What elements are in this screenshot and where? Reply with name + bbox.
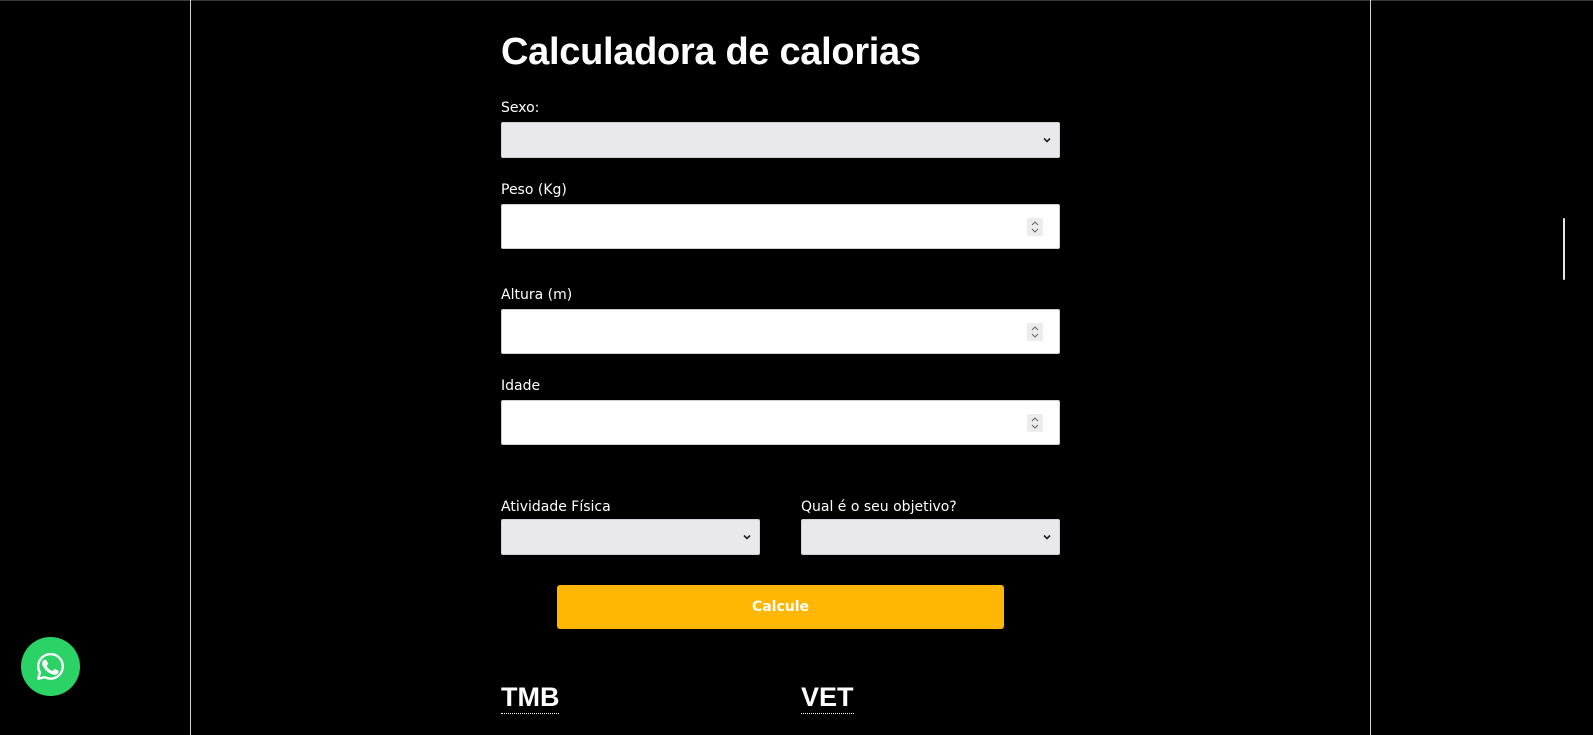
sex-label: Sexo: <box>501 100 540 116</box>
container-left-border <box>190 0 191 735</box>
activity-select[interactable] <box>501 519 760 555</box>
weight-spinner[interactable] <box>1027 217 1043 236</box>
goal-select[interactable] <box>801 519 1060 555</box>
height-label: Altura (m) <box>501 287 573 303</box>
sex-select[interactable] <box>501 122 1060 158</box>
page-title: Calculadora de calorias <box>501 31 921 73</box>
age-spinner[interactable] <box>1027 413 1043 432</box>
vet-heading: VET <box>801 682 854 714</box>
weight-label: Peso (Kg) <box>501 182 567 198</box>
age-input[interactable] <box>501 400 1060 445</box>
activity-label: Atividade Física <box>501 499 611 515</box>
spinner-arrows-icon <box>1031 416 1039 429</box>
height-input[interactable] <box>501 309 1060 354</box>
scrollbar-thumb[interactable] <box>1563 218 1565 280</box>
whatsapp-button[interactable] <box>21 637 80 696</box>
tmb-heading: TMB <box>501 682 560 714</box>
weight-input[interactable] <box>501 204 1060 249</box>
age-label: Idade <box>501 378 541 394</box>
whatsapp-icon <box>36 652 64 681</box>
top-divider <box>0 0 1593 1</box>
page: Calculadora de calorias Sexo: Peso (Kg) … <box>0 0 1593 735</box>
spinner-arrows-icon <box>1031 325 1039 338</box>
chevron-down-icon <box>743 534 751 540</box>
goal-label: Qual é o seu objetivo? <box>801 499 957 515</box>
spinner-arrows-icon <box>1031 220 1039 233</box>
container-right-border <box>1370 0 1371 735</box>
calculate-button[interactable]: Calcule <box>557 585 1004 629</box>
chevron-down-icon <box>1043 534 1051 540</box>
chevron-down-icon <box>1043 137 1051 143</box>
height-spinner[interactable] <box>1027 322 1043 341</box>
